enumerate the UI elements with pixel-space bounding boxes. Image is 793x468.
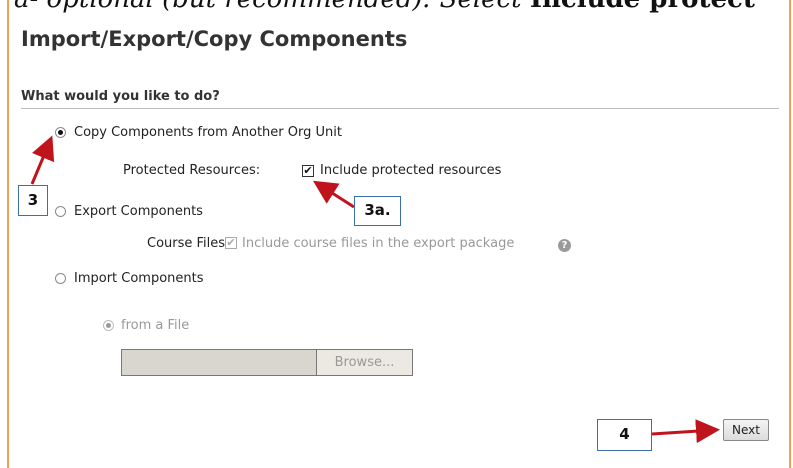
export-components-label: Export Components xyxy=(74,204,203,219)
include-protected-resources-label: Include protected resources xyxy=(320,163,502,178)
page-title: Import/Export/Copy Components xyxy=(21,27,408,51)
browse-button[interactable]: Browse... xyxy=(316,349,413,376)
section-divider xyxy=(21,108,779,109)
callout-step3a: 3a. xyxy=(354,196,401,226)
course-files-label: Course Files: xyxy=(147,236,230,251)
component-panel xyxy=(7,0,791,468)
callout-step3: 3 xyxy=(18,185,48,216)
next-button[interactable]: Next xyxy=(723,419,769,441)
export-components-radio[interactable] xyxy=(55,206,66,217)
copy-components-radio[interactable] xyxy=(55,127,66,138)
from-file-label: from a File xyxy=(121,318,190,333)
import-components-radio[interactable] xyxy=(55,273,66,284)
copy-components-label: Copy Components from Another Org Unit xyxy=(74,125,342,140)
from-file-radio[interactable] xyxy=(103,320,114,331)
file-path-input[interactable] xyxy=(121,349,316,376)
import-components-label: Import Components xyxy=(74,271,204,286)
callout-step4: 4 xyxy=(597,419,652,451)
include-protected-resources-checkbox[interactable]: ✔ xyxy=(302,165,314,177)
help-icon[interactable]: ? xyxy=(558,239,571,252)
section-title: What would you like to do? xyxy=(21,89,220,104)
protected-resources-label: Protected Resources: xyxy=(123,163,261,178)
include-course-files-label: Include course files in the export packa… xyxy=(242,236,515,251)
include-course-files-checkbox[interactable]: ✔ xyxy=(225,237,237,249)
